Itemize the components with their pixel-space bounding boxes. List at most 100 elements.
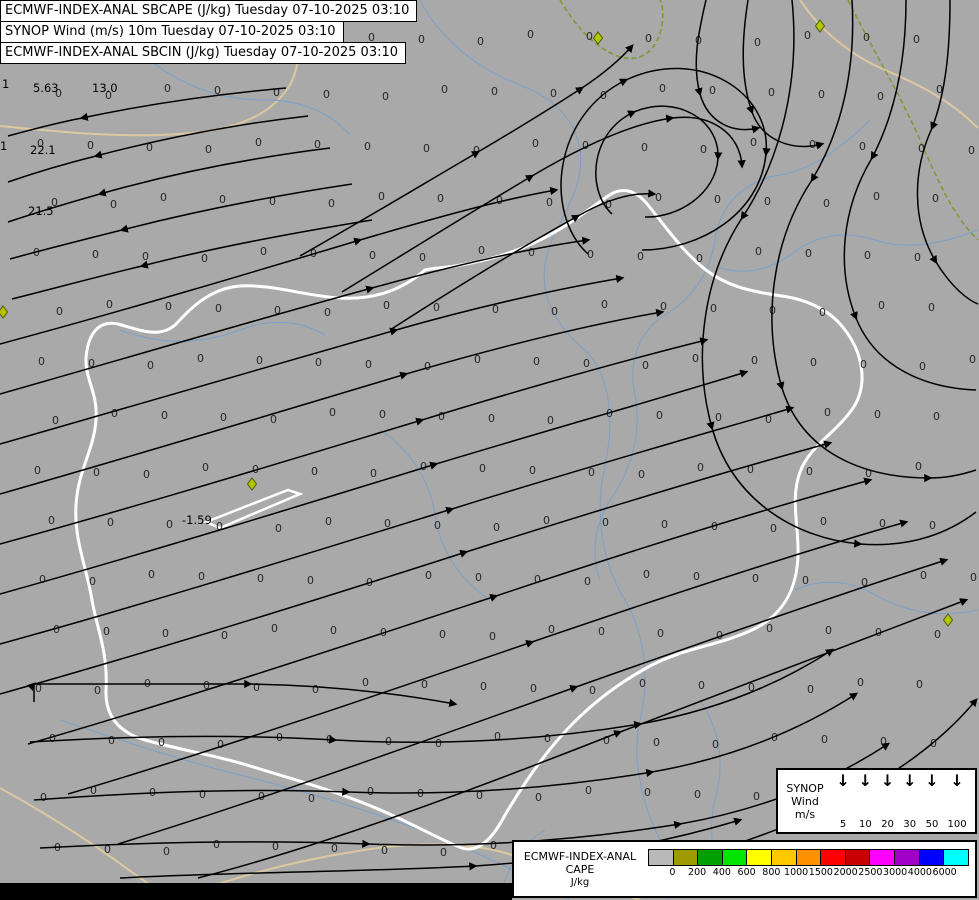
sbcin-zero-value: 0 [213,838,220,851]
cape-tick-label: 600 [737,867,756,878]
title-line-wind: SYNOP Wind (m/s) 10m Tuesday 07-10-2025 … [0,21,344,43]
sbcin-zero-value: 0 [433,301,440,314]
sbcin-zero-value: 0 [637,250,644,263]
sbcin-zero-value: 0 [661,518,668,531]
sbcin-zero-value: 0 [162,627,169,640]
sbcin-zero-value: 0 [275,522,282,535]
sbcin-zero-value: 0 [87,139,94,152]
sbcin-zero-value: 0 [364,140,371,153]
wind-speed-scale: ↓ 5 ↓ 10 ↓ 20 ↓ 30 ↓ 50 ↓ 100 [832,770,975,832]
sbcin-zero-value: 0 [877,90,884,103]
sbcin-zero-value: 0 [809,138,816,151]
wind-arrow-icon: ↓ [836,771,850,790]
sbcin-zero-value: 0 [934,628,941,641]
sbcin-zero-value: 0 [49,732,56,745]
sbcin-zero-value: 0 [535,791,542,804]
sbcin-zero-value: 0 [864,249,871,262]
sbcin-zero-value: 0 [201,252,208,265]
sbcin-zero-value: 0 [256,354,263,367]
sbcin-zero-value: 0 [308,792,315,805]
sbcin-zero-value: 0 [928,301,935,314]
sbcin-zero-value: 0 [587,248,594,261]
sbcin-zero-value: 0 [423,142,430,155]
sbcin-zero-value: 0 [111,407,118,420]
cape-tick-label: 4000 [907,867,932,878]
sbcin-zero-value: 0 [215,302,222,315]
sbcin-zero-value: 0 [530,682,537,695]
sbcin-zero-value: 0 [528,246,535,259]
sbcin-zero-value: 0 [818,88,825,101]
sbcin-zero-value: 0 [589,684,596,697]
cape-color-cell [698,850,723,865]
sbcin-zero-value: 0 [362,676,369,689]
station-value-label: -1.59 [182,513,212,527]
sbcin-zero-value: 0 [820,515,827,528]
cape-tick-label: 1000 [784,867,809,878]
sbcin-zero-value: 0 [601,298,608,311]
sbcin-zero-value: 0 [220,411,227,424]
cape-color-cell [673,850,699,865]
sbcin-zero-value: 0 [807,683,814,696]
wind-legend-title: SYNOP Wind m/s [778,770,832,832]
sbcin-zero-value: 0 [602,516,609,529]
cape-tick-label: 2000 [833,867,858,878]
sbcin-zero-value: 0 [643,568,650,581]
sbcin-zero-value: 0 [534,573,541,586]
sbcin-zero-value: 0 [217,738,224,751]
sbcin-zero-value: 0 [312,683,319,696]
sbcin-zero-value: 0 [199,788,206,801]
sbcin-zero-value: 0 [330,624,337,637]
sbcin-zero-value: 0 [550,87,557,100]
station-value-label: 22.1 [30,143,56,157]
sbcin-zero-value: 0 [221,629,228,642]
sbcin-zero-value: 0 [52,414,59,427]
sbcin-zero-value: 0 [493,521,500,534]
sbcin-zero-value: 0 [755,245,762,258]
station-value-label: 1 [2,77,9,91]
sbcin-zero-value: 0 [323,88,330,101]
sbcin-zero-value: 0 [641,141,648,154]
wind-legend-source: SYNOP [786,781,824,795]
sbcin-zero-value: 0 [311,465,318,478]
sbcin-zero-value: 0 [381,844,388,857]
sbcin-zero-value: 0 [821,733,828,746]
sbcin-zero-value: 0 [480,680,487,693]
sbcin-zero-value: 0 [260,245,267,258]
sbcin-zero-value: 0 [857,676,864,689]
sbcin-zero-value: 0 [825,624,832,637]
wind-legend-units: m/s [794,807,816,821]
sbcin-zero-value: 0 [660,300,667,313]
sbcin-zero-value: 0 [478,244,485,257]
sbcin-zero-value: 0 [656,409,663,422]
sbcin-zero-value: 0 [142,250,149,263]
sbcin-zero-value: 0 [710,302,717,315]
wind-speed-label: 10 [858,819,872,830]
sbcin-zero-value: 0 [93,466,100,479]
sbcin-zero-value: 0 [878,299,885,312]
sbcin-zero-value: 0 [158,736,165,749]
sbcin-zero-value: 0 [331,842,338,855]
sbcin-zero-value: 0 [365,358,372,371]
sbcin-zero-value: 0 [494,730,501,743]
sbcin-zero-value: 0 [479,462,486,475]
cape-tick-labels: 0 200 400 600 800 1000 1500 2000 2500 3000 4000 600… [660,867,957,878]
wind-arrow-icon: ↓ [903,771,917,790]
cape-color-cell [772,850,797,865]
sbcin-zero-value: 0 [324,306,331,319]
cape-color-cell [747,850,773,865]
sbcin-zero-value: 0 [692,352,699,365]
sbcin-zero-value: 0 [325,515,332,528]
sbcin-zero-value: 0 [438,410,445,423]
station-value-label: 1 [0,139,7,153]
sbcin-zero-value: 0 [698,679,705,692]
map-title-block: ECMWF-INDEX-ANAL SBCAPE (J/kg) Tuesday 0… [0,0,418,64]
sbcin-zero-value: 0 [419,251,426,264]
sbcin-zero-value: 0 [477,35,484,48]
sbcin-zero-value: 0 [768,86,775,99]
sbcin-zero-value: 0 [370,467,377,480]
sbcin-zero-value: 0 [715,411,722,424]
sbcin-zero-value: 0 [700,143,707,156]
sbcin-zero-value: 0 [271,622,278,635]
wind-legend: SYNOP Wind m/s ↓ 5 ↓ 10 ↓ 20 ↓ 30 ↓ 50 ↓ 100 [776,768,977,834]
sbcin-zero-value: 0 [753,790,760,803]
